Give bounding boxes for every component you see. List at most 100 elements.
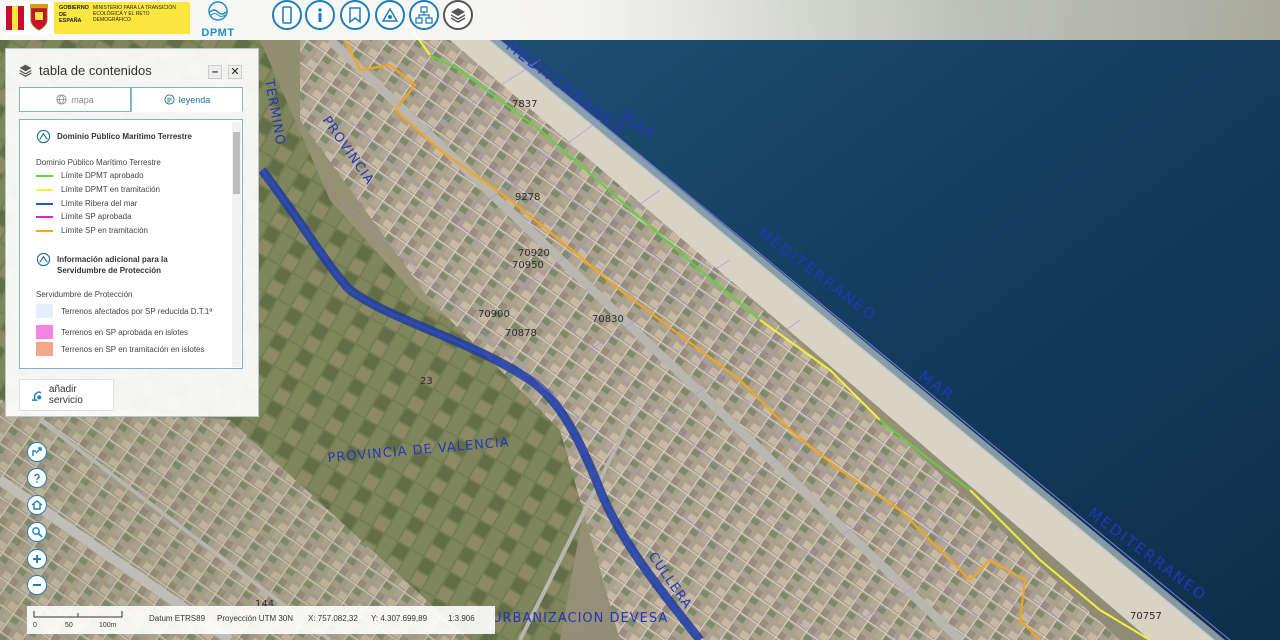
protection-layer-icon bbox=[36, 252, 51, 267]
legend-item: Límite DPMT en tramitación bbox=[36, 185, 160, 194]
legend-subtitle: Servidumbre de Protección bbox=[36, 290, 133, 299]
bookmark-icon bbox=[349, 7, 361, 24]
toc-title: tabla de contenidos bbox=[39, 62, 152, 78]
government-logo: GOBIERNO DE ESPAÑA MINISTERIO PARA LA TR… bbox=[4, 2, 190, 34]
legend-section-header: Información adicional para la Servidumbr… bbox=[36, 252, 197, 276]
dpmt-logo[interactable]: DPMT bbox=[198, 0, 238, 39]
legend-item: Terrenos afectados por SP reducida D.T.1… bbox=[36, 304, 216, 318]
toc-tabs: mapa leyenda bbox=[19, 87, 243, 112]
parcel-number: 70878 bbox=[505, 328, 537, 339]
share-icon bbox=[32, 447, 42, 456]
legend-item: Límite DPMT aprobado bbox=[36, 171, 144, 180]
status-bar: 0 50 100m Datum ETRS89 Proyección UTM 30… bbox=[27, 606, 495, 634]
network-button[interactable] bbox=[409, 0, 439, 30]
parcel-number: 70757 bbox=[1130, 611, 1162, 622]
legend-swatch bbox=[36, 229, 53, 232]
measure-icon bbox=[381, 7, 399, 22]
bookmark-button[interactable] bbox=[340, 0, 370, 30]
home-icon bbox=[31, 500, 43, 510]
parcel-number: 70900 bbox=[478, 309, 510, 320]
zoom-in-button[interactable] bbox=[27, 549, 47, 569]
legend-item: Terrenos en SP en tramitación en islotes bbox=[36, 342, 216, 356]
legend-item-label: Límite Ribera del mar bbox=[61, 199, 138, 208]
legend-item: Límite SP aprobada bbox=[36, 212, 132, 221]
legend-item: Límite SP en tramitación bbox=[36, 226, 148, 235]
scale-bar bbox=[33, 611, 123, 618]
dpmt-logo-text: DPMT bbox=[201, 27, 235, 39]
legend-swatch bbox=[36, 174, 53, 177]
zoom-in-icon bbox=[33, 555, 41, 563]
measure-button[interactable] bbox=[375, 0, 405, 30]
close-icon: ✕ bbox=[230, 66, 240, 78]
add-service-label: añadir servicio bbox=[48, 384, 83, 406]
globe-icon bbox=[56, 94, 67, 105]
help-button[interactable] bbox=[27, 468, 47, 488]
y-coordinate: Y: 4.307.699,89 bbox=[371, 614, 428, 623]
layers-icon bbox=[19, 64, 32, 77]
scrollbar-thumb[interactable] bbox=[233, 132, 240, 194]
zoom-out-button[interactable] bbox=[27, 575, 47, 595]
top-bar: GOBIERNO DE ESPAÑA MINISTERIO PARA LA TR… bbox=[0, 0, 1280, 40]
x-coordinate: X: 757.082,32 bbox=[308, 614, 358, 623]
gobierno-text: GOBIERNO DE ESPAÑA bbox=[59, 5, 89, 24]
legend-item: Límite Ribera del mar bbox=[36, 199, 137, 208]
zoom-search-icon bbox=[32, 527, 43, 538]
projection-text: Proyección UTM 30N bbox=[217, 614, 294, 623]
ministry-block: GOBIERNO DE ESPAÑA MINISTERIO PARA LA TR… bbox=[54, 2, 190, 34]
legend-item-label: Límite SP aprobada bbox=[61, 212, 132, 221]
legend-swatch bbox=[36, 188, 53, 191]
tab-mapa-label: mapa bbox=[71, 94, 94, 105]
map-scale-text: 1:3.906 bbox=[448, 614, 475, 623]
ministerio-text: MINISTERIO PARA LA TRANSICIÓN ECOLÓGICA … bbox=[93, 5, 176, 23]
legend-swatch bbox=[36, 215, 53, 218]
network-icon bbox=[415, 6, 433, 24]
legend-section-header: Dominio Público Marítimo Terrestre bbox=[36, 129, 217, 144]
parcel-number: 7837 bbox=[512, 99, 537, 110]
legend-item-label: Límite SP en tramitación bbox=[61, 226, 149, 235]
minimize-icon: – bbox=[211, 66, 219, 78]
parcel-number: 70830 bbox=[592, 314, 624, 325]
zoom-extent-button[interactable] bbox=[27, 522, 47, 542]
legend-scrollbar[interactable] bbox=[232, 122, 241, 367]
scale-tick: 100m bbox=[99, 622, 117, 629]
legend-item-label: Terrenos afectados por SP reducida D.T.1… bbox=[61, 306, 213, 316]
legend-item-label: Terrenos en SP en tramitación en islotes bbox=[61, 344, 205, 354]
tab-mapa[interactable]: mapa bbox=[19, 87, 131, 112]
wave-logo-icon bbox=[208, 1, 228, 21]
datum-text: Datum ETRS89 bbox=[149, 614, 206, 623]
parcel-number: 23 bbox=[420, 376, 433, 387]
legend-swatch bbox=[36, 325, 53, 339]
add-service-button[interactable]: añadir servicio bbox=[19, 379, 114, 411]
legend-item-label: Terrenos en SP aprobada en islotes bbox=[61, 327, 189, 337]
map-label-urbanizacion: URBANIZACION DEVESA bbox=[492, 611, 668, 626]
info-icon bbox=[318, 8, 322, 22]
parcel-number: 70920 bbox=[518, 248, 550, 259]
sidebar-toggle-button[interactable] bbox=[272, 0, 302, 30]
layers-button[interactable] bbox=[443, 0, 473, 30]
legend-swatch bbox=[36, 304, 53, 318]
help-icon bbox=[34, 473, 40, 483]
legend-swatch bbox=[36, 202, 53, 205]
info-button[interactable] bbox=[305, 0, 335, 30]
legend-swatch bbox=[36, 342, 53, 356]
legend-item-label: Límite DPMT en tramitación bbox=[61, 185, 160, 194]
table-of-contents-panel: tabla de contenidos – ✕ mapa leyenda Dom… bbox=[5, 48, 259, 417]
tab-leyenda[interactable]: leyenda bbox=[131, 87, 243, 112]
legend-subtitle: Dominio Público Marítimo Terrestre bbox=[36, 158, 161, 167]
zoom-out-icon bbox=[33, 584, 41, 586]
legend-section-title: Información adicional para la Servidumbr… bbox=[57, 255, 168, 275]
legend-content[interactable]: Dominio Público Marítimo Terrestre Domin… bbox=[19, 119, 243, 369]
tab-leyenda-label: leyenda bbox=[178, 94, 211, 105]
parcel-number: 9278 bbox=[515, 192, 540, 203]
layers-icon bbox=[450, 8, 466, 23]
sidebar-icon bbox=[282, 6, 292, 24]
legend-section-title: Dominio Público Marítimo Terrestre bbox=[57, 132, 192, 141]
scale-tick: 50 bbox=[65, 622, 73, 629]
parcel-number: 70950 bbox=[512, 260, 544, 271]
share-button[interactable] bbox=[27, 442, 47, 462]
close-button[interactable]: ✕ bbox=[228, 65, 242, 79]
dpmt-layer-icon bbox=[36, 129, 51, 144]
home-button[interactable] bbox=[27, 495, 47, 515]
legend-icon bbox=[164, 94, 175, 105]
minimize-button[interactable]: – bbox=[208, 65, 222, 79]
